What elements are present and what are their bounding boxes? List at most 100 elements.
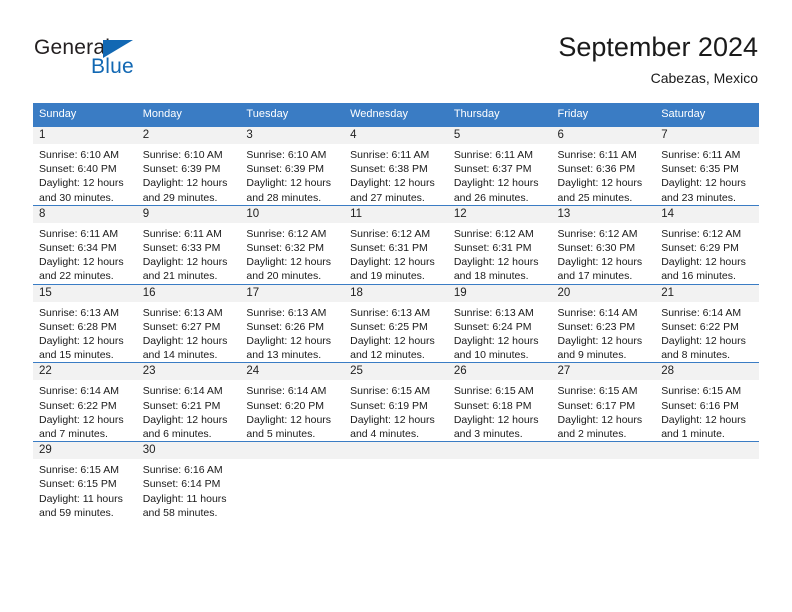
- daylight-text-line1: Daylight: 12 hours: [661, 335, 746, 348]
- day-cell[interactable]: 17 Sunrise: 6:13 AM Sunset: 6:26 PM Dayl…: [240, 283, 345, 363]
- day-details: [344, 459, 448, 463]
- day-details: [448, 459, 552, 463]
- daylight-text-line1: Daylight: 12 hours: [453, 177, 539, 190]
- day-cell[interactable]: 18 Sunrise: 6:13 AM Sunset: 6:25 PM Dayl…: [344, 283, 448, 363]
- day-details: Sunrise: 6:11 AM Sunset: 6:35 PM Dayligh…: [655, 144, 759, 205]
- day-cell[interactable]: 13 Sunrise: 6:12 AM Sunset: 6:30 PM Dayl…: [551, 204, 656, 285]
- sunrise-text: Sunrise: 6:12 AM: [453, 227, 534, 240]
- day-cell[interactable]: 3 Sunrise: 6:10 AM Sunset: 6:39 PM Dayli…: [240, 126, 345, 206]
- day-cell[interactable]: 24 Sunrise: 6:14 AM Sunset: 6:20 PM Dayl…: [240, 362, 345, 442]
- day-number: 26: [447, 363, 552, 381]
- page-title: September 2024: [558, 32, 758, 62]
- sunrise-text: Sunrise: 6:15 AM: [350, 385, 431, 398]
- day-cell[interactable]: 5 Sunrise: 6:11 AM Sunset: 6:37 PM Dayli…: [447, 126, 552, 206]
- sunrise-text: Sunrise: 6:14 AM: [142, 385, 223, 398]
- sunrise-text: Sunrise: 6:15 AM: [557, 385, 638, 398]
- sunrise-text: Sunrise: 6:10 AM: [246, 149, 327, 161]
- day-cell[interactable]: 20 Sunrise: 6:14 AM Sunset: 6:23 PM Dayl…: [551, 283, 656, 363]
- daylight-text-line2: and 21 minutes.: [142, 270, 218, 283]
- sunrise-text: Sunrise: 6:13 AM: [246, 306, 327, 319]
- day-cell[interactable]: 29 Sunrise: 6:15 AM Sunset: 6:15 PM Dayl…: [33, 441, 137, 521]
- daylight-text-line1: Daylight: 12 hours: [453, 256, 539, 269]
- sunrise-text: Sunrise: 6:14 AM: [557, 306, 638, 319]
- day-details: Sunrise: 6:13 AM Sunset: 6:25 PM Dayligh…: [344, 302, 448, 363]
- day-number: [447, 442, 552, 460]
- day-cell[interactable]: 22 Sunrise: 6:14 AM Sunset: 6:22 PM Dayl…: [33, 362, 137, 442]
- sunrise-text: Sunrise: 6:16 AM: [142, 464, 223, 477]
- weekday-header-row: Sunday Monday Tuesday Wednesday Thursday…: [33, 103, 759, 127]
- day-cell[interactable]: 1 Sunrise: 6:10 AM Sunset: 6:40 PM Dayli…: [33, 126, 137, 206]
- sunset-text: Sunset: 6:28 PM: [39, 320, 117, 333]
- sunrise-text: Sunrise: 6:10 AM: [142, 149, 223, 161]
- day-number: 2: [136, 127, 241, 144]
- sunset-text: Sunset: 6:17 PM: [557, 399, 636, 412]
- daylight-text-line1: Daylight: 12 hours: [453, 335, 539, 348]
- day-details: Sunrise: 6:14 AM Sunset: 6:22 PM Dayligh…: [33, 380, 137, 441]
- general-blue-logo[interactable]: General Blue: [34, 36, 214, 86]
- sunset-text: Sunset: 6:40 PM: [39, 163, 117, 176]
- day-cell[interactable]: 21 Sunrise: 6:14 AM Sunset: 6:22 PM Dayl…: [655, 283, 759, 363]
- sunset-text: Sunset: 6:31 PM: [350, 242, 428, 255]
- day-cell[interactable]: 26 Sunrise: 6:15 AM Sunset: 6:18 PM Dayl…: [447, 362, 552, 442]
- day-number: [344, 442, 448, 460]
- daylight-text-line1: Daylight: 12 hours: [246, 413, 332, 426]
- daylight-text-line1: Daylight: 12 hours: [246, 335, 332, 348]
- sunset-text: Sunset: 6:19 PM: [350, 399, 428, 412]
- day-cell-empty: [240, 441, 345, 521]
- day-cell[interactable]: 27 Sunrise: 6:15 AM Sunset: 6:17 PM Dayl…: [551, 362, 656, 442]
- sunset-text: Sunset: 6:38 PM: [350, 163, 428, 176]
- day-number: 6: [551, 127, 656, 144]
- weekday-header-tuesday: Tuesday: [240, 103, 345, 127]
- sunrise-text: Sunrise: 6:10 AM: [39, 149, 119, 161]
- day-number: 12: [447, 205, 552, 223]
- daylight-text-line2: and 8 minutes.: [661, 349, 731, 362]
- day-cell[interactable]: 2 Sunrise: 6:10 AM Sunset: 6:39 PM Dayli…: [136, 126, 241, 206]
- day-number: 9: [136, 205, 241, 223]
- daylight-text-line1: Daylight: 12 hours: [39, 335, 124, 348]
- day-number: 17: [240, 284, 345, 302]
- day-cell[interactable]: 4 Sunrise: 6:11 AM Sunset: 6:38 PM Dayli…: [344, 126, 448, 206]
- day-number: 28: [655, 363, 759, 381]
- day-cell[interactable]: 25 Sunrise: 6:15 AM Sunset: 6:19 PM Dayl…: [344, 362, 448, 442]
- day-cell[interactable]: 14 Sunrise: 6:12 AM Sunset: 6:29 PM Dayl…: [655, 204, 759, 285]
- day-cell[interactable]: 16 Sunrise: 6:13 AM Sunset: 6:27 PM Dayl…: [136, 283, 241, 363]
- sunset-text: Sunset: 6:37 PM: [453, 163, 532, 176]
- sunrise-text: Sunrise: 6:15 AM: [39, 464, 119, 477]
- day-number: 22: [33, 363, 137, 381]
- day-number: 3: [240, 127, 345, 144]
- day-cell[interactable]: 12 Sunrise: 6:12 AM Sunset: 6:31 PM Dayl…: [447, 204, 552, 285]
- day-cell[interactable]: 30 Sunrise: 6:16 AM Sunset: 6:14 PM Dayl…: [136, 441, 241, 521]
- day-details: Sunrise: 6:10 AM Sunset: 6:39 PM Dayligh…: [240, 144, 344, 205]
- day-cell[interactable]: 15 Sunrise: 6:13 AM Sunset: 6:28 PM Dayl…: [33, 283, 137, 363]
- daylight-text-line1: Daylight: 11 hours: [142, 492, 227, 505]
- day-cell[interactable]: 11 Sunrise: 6:12 AM Sunset: 6:31 PM Dayl…: [344, 204, 448, 285]
- day-number: 11: [344, 205, 448, 223]
- day-cell[interactable]: 9 Sunrise: 6:11 AM Sunset: 6:33 PM Dayli…: [136, 204, 241, 285]
- day-details: Sunrise: 6:14 AM Sunset: 6:20 PM Dayligh…: [240, 380, 344, 441]
- daylight-text-line1: Daylight: 12 hours: [39, 413, 124, 426]
- day-details: Sunrise: 6:13 AM Sunset: 6:28 PM Dayligh…: [33, 302, 137, 363]
- day-cell[interactable]: 23 Sunrise: 6:14 AM Sunset: 6:21 PM Dayl…: [136, 362, 241, 442]
- day-details: Sunrise: 6:10 AM Sunset: 6:40 PM Dayligh…: [33, 144, 137, 205]
- day-number: 8: [33, 205, 137, 223]
- day-number: 20: [551, 284, 656, 302]
- sunrise-text: Sunrise: 6:13 AM: [142, 306, 223, 319]
- day-number: 1: [33, 127, 137, 144]
- day-cell[interactable]: 19 Sunrise: 6:13 AM Sunset: 6:24 PM Dayl…: [447, 283, 552, 363]
- sunrise-text: Sunrise: 6:11 AM: [557, 149, 637, 161]
- day-details: Sunrise: 6:10 AM Sunset: 6:39 PM Dayligh…: [137, 144, 241, 205]
- sunrise-text: Sunrise: 6:12 AM: [661, 227, 742, 240]
- day-cell[interactable]: 6 Sunrise: 6:11 AM Sunset: 6:36 PM Dayli…: [551, 126, 656, 206]
- day-cell[interactable]: 8 Sunrise: 6:11 AM Sunset: 6:34 PM Dayli…: [33, 204, 137, 285]
- day-details: Sunrise: 6:14 AM Sunset: 6:22 PM Dayligh…: [655, 302, 759, 363]
- day-cell[interactable]: 10 Sunrise: 6:12 AM Sunset: 6:32 PM Dayl…: [240, 204, 345, 285]
- day-details: Sunrise: 6:13 AM Sunset: 6:26 PM Dayligh…: [240, 302, 344, 363]
- day-cell[interactable]: 28 Sunrise: 6:15 AM Sunset: 6:16 PM Dayl…: [655, 362, 759, 442]
- day-details: Sunrise: 6:15 AM Sunset: 6:15 PM Dayligh…: [33, 459, 137, 520]
- day-number: 21: [655, 284, 759, 302]
- daylight-text-line2: and 30 minutes.: [39, 191, 114, 204]
- day-number: 29: [33, 442, 137, 460]
- day-cell-empty: [655, 441, 759, 521]
- daylight-text-line2: and 5 minutes.: [246, 428, 316, 441]
- day-cell[interactable]: 7 Sunrise: 6:11 AM Sunset: 6:35 PM Dayli…: [655, 126, 759, 206]
